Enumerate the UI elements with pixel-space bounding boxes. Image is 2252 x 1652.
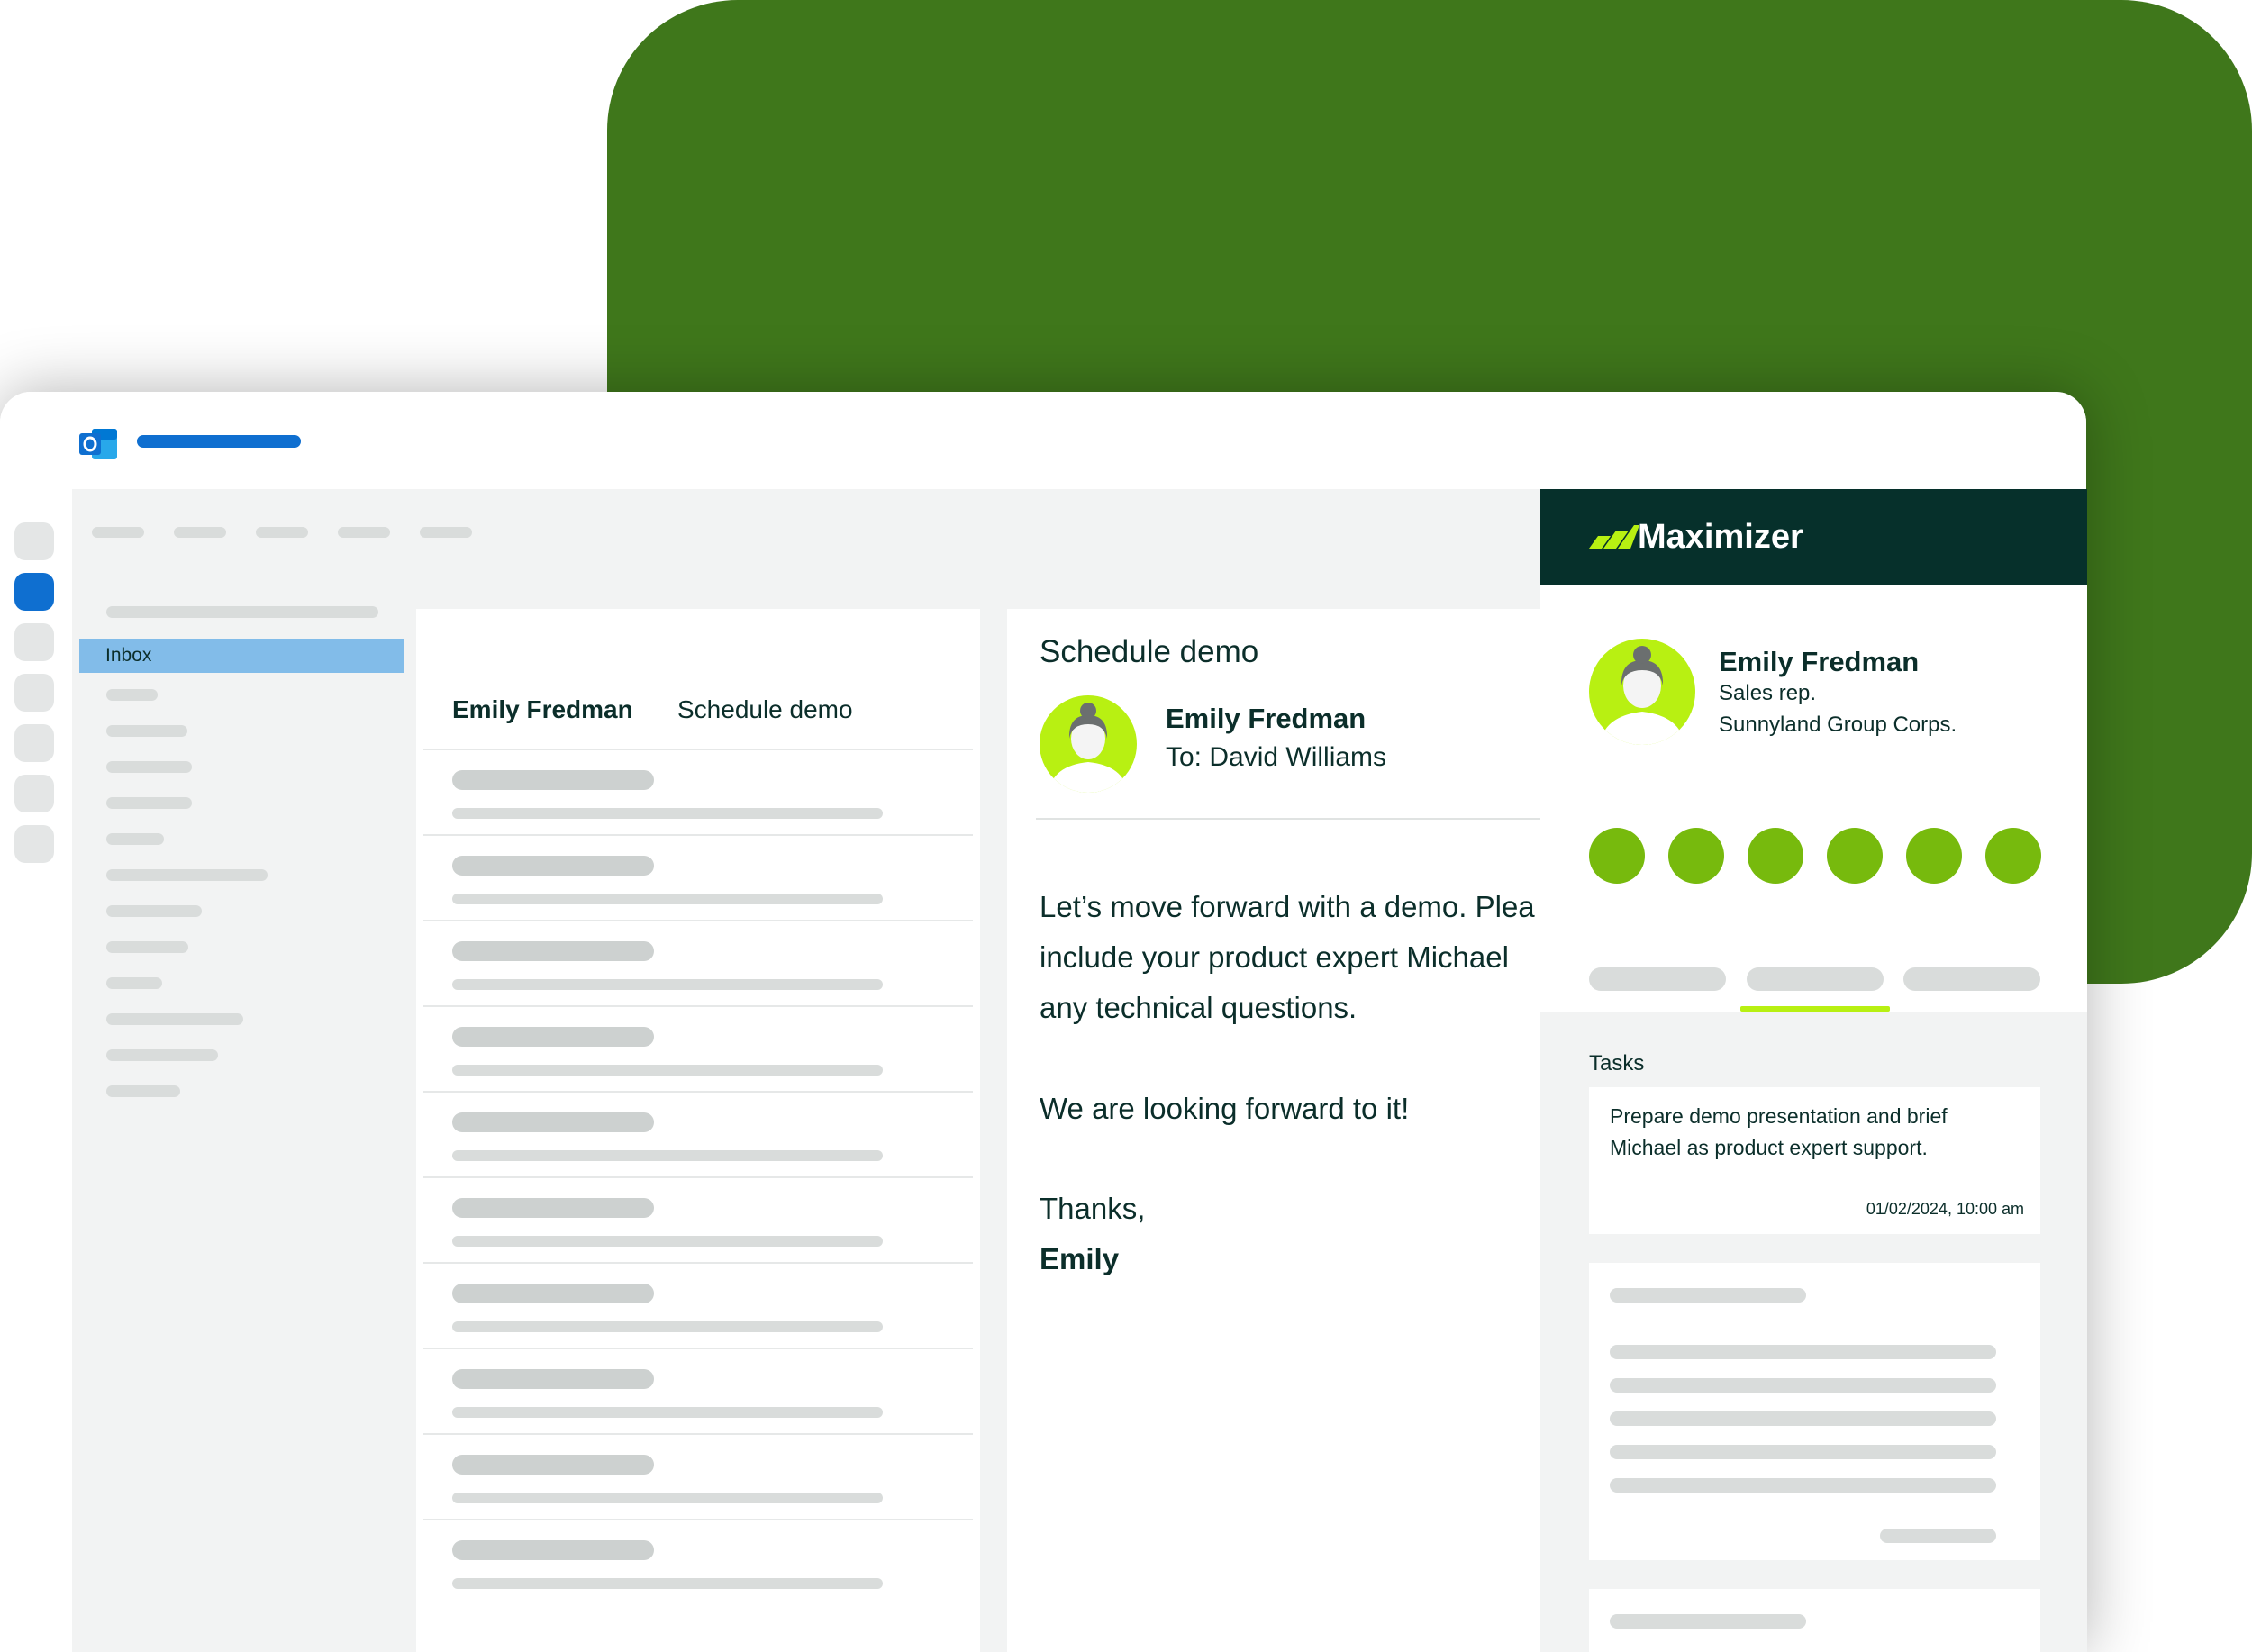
folder-item-placeholder[interactable] xyxy=(106,689,158,701)
avatar-woman-icon xyxy=(1589,639,1695,745)
list-divider xyxy=(423,1176,973,1178)
contact-role: Sales rep. xyxy=(1719,681,1817,705)
list-divider xyxy=(423,1433,973,1435)
task-date: 01/02/2024, 10:00 am xyxy=(1866,1200,2024,1218)
maximizer-brand: Maximizer xyxy=(1638,518,1803,556)
task-description-line: Michael as product expert support. xyxy=(1610,1136,1928,1159)
task-card-placeholder[interactable] xyxy=(1589,1263,2040,1560)
list-divider xyxy=(423,1262,973,1264)
window-title-placeholder xyxy=(137,435,301,448)
folder-item-placeholder[interactable] xyxy=(106,1085,180,1097)
quick-action-button-1[interactable] xyxy=(1589,828,1645,884)
message-sender: Emily Fredman xyxy=(452,695,633,723)
quick-action-button-4[interactable] xyxy=(1827,828,1883,884)
contact-name: Emily Fredman xyxy=(1719,646,1920,677)
toolbar-item-placeholder[interactable] xyxy=(92,527,144,538)
email-body-line: include your product expert Michael xyxy=(1040,940,1509,974)
titlebar xyxy=(0,392,2086,489)
rail-button-mail[interactable] xyxy=(14,573,54,611)
email-signature-name: Emily xyxy=(1040,1242,1120,1275)
panel-tab-1[interactable] xyxy=(1589,967,1726,991)
message-subject: Schedule demo xyxy=(677,695,853,723)
quick-action-button-6[interactable] xyxy=(1985,828,2041,884)
list-divider xyxy=(423,1348,973,1349)
toolbar-item-placeholder[interactable] xyxy=(174,527,226,538)
task-card[interactable]: Prepare demo presentation and brief Mich… xyxy=(1589,1087,2040,1234)
rail-button-4[interactable] xyxy=(14,674,54,712)
folder-item-placeholder[interactable] xyxy=(106,725,187,737)
tasks-title: Tasks xyxy=(1589,1051,1645,1076)
folder-item-placeholder[interactable] xyxy=(106,797,192,809)
folder-item-placeholder[interactable] xyxy=(106,1013,243,1025)
rail-button-7[interactable] xyxy=(14,825,54,863)
folder-item-placeholder[interactable] xyxy=(106,1049,218,1061)
toolbar-item-placeholder[interactable] xyxy=(420,527,472,538)
maximizer-logo-icon xyxy=(1589,525,1639,549)
folder-inbox-label: Inbox xyxy=(105,645,152,666)
email-from: Emily Fredman xyxy=(1166,703,1367,734)
task-description-line: Prepare demo presentation and brief xyxy=(1610,1104,1948,1128)
folder-item-placeholder[interactable] xyxy=(106,869,268,881)
email-subject: Schedule demo xyxy=(1040,634,1259,669)
email-body-line: We are looking forward to it! xyxy=(1040,1092,1410,1125)
email-to: To: David Williams xyxy=(1166,742,1387,772)
quick-action-button-5[interactable] xyxy=(1906,828,1962,884)
folder-header-placeholder xyxy=(106,606,378,618)
outlook-icon xyxy=(79,429,117,459)
task-card-placeholder[interactable] xyxy=(1589,1589,2040,1652)
email-body-line: Let’s move forward with a demo. Plea xyxy=(1040,890,1535,923)
panel-tab-2-active[interactable] xyxy=(1747,967,1884,991)
email-signoff: Thanks, xyxy=(1040,1192,1146,1225)
toolbar-item-placeholder[interactable] xyxy=(256,527,308,538)
maximizer-header: Maximizer xyxy=(1540,489,2087,585)
rail-button-3[interactable] xyxy=(14,623,54,661)
contact-company: Sunnyland Group Corps. xyxy=(1719,713,1957,737)
list-divider xyxy=(423,1005,973,1007)
toolbar-item-placeholder[interactable] xyxy=(338,527,390,538)
folder-item-placeholder[interactable] xyxy=(106,905,202,917)
tasks-section: Tasks Prepare demo presentation and brie… xyxy=(1540,1012,2087,1652)
folder-item-placeholder[interactable] xyxy=(106,833,164,845)
rail-button-5[interactable] xyxy=(14,724,54,762)
list-divider xyxy=(423,1091,973,1093)
list-divider xyxy=(423,920,973,921)
avatar-woman-icon xyxy=(1040,695,1137,793)
email-body-line: any technical questions. xyxy=(1040,991,1358,1024)
list-divider xyxy=(423,1519,973,1520)
message-list: Emily Fredman Schedule demo xyxy=(416,609,980,1652)
folder-inbox[interactable]: Inbox xyxy=(79,639,404,673)
maximizer-panel: Maximizer Emily Fredman Sales rep. Sunny… xyxy=(1540,489,2087,1652)
folder-item-placeholder[interactable] xyxy=(106,977,162,989)
folder-item-placeholder[interactable] xyxy=(106,761,192,773)
quick-action-button-3[interactable] xyxy=(1748,828,1803,884)
rail-button-1[interactable] xyxy=(14,522,54,560)
rail-button-6[interactable] xyxy=(14,775,54,812)
folder-item-placeholder[interactable] xyxy=(106,941,188,953)
quick-action-button-2[interactable] xyxy=(1668,828,1724,884)
app-rail xyxy=(0,489,72,1652)
list-divider xyxy=(423,749,973,750)
list-divider xyxy=(423,834,973,836)
panel-tab-3[interactable] xyxy=(1903,967,2040,991)
